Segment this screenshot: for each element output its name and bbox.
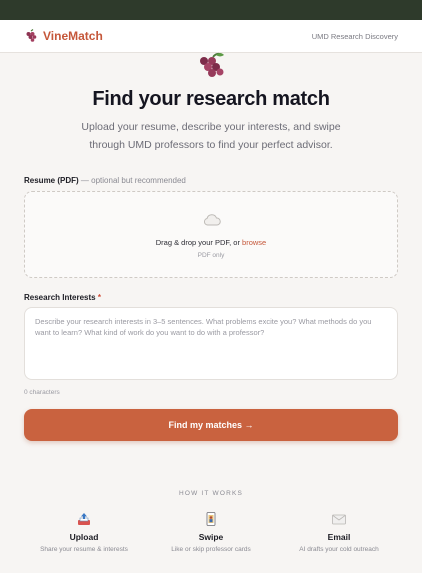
research-interests-textarea[interactable]: Describe your research interests in 3–5 …	[24, 307, 398, 380]
nav-site-label: UMD Research Discovery	[311, 31, 398, 41]
grapes-icon	[26, 29, 37, 42]
browse-link[interactable]: browse	[242, 238, 266, 247]
resume-label: Resume (PDF) — optional but recommended	[24, 176, 186, 185]
step-description: Share your resume & interests	[40, 546, 128, 553]
step-title: Upload	[69, 532, 99, 542]
interests-label: Research Interests *	[24, 293, 101, 302]
page-subtitle: Upload your resume, describe your intere…	[81, 121, 341, 151]
step-email: Email AI drafts your cold outreach	[279, 512, 399, 553]
step-upload: Upload Share your resume & interests	[24, 512, 144, 553]
step-swipe: Swipe Like or skip professor cards	[151, 512, 271, 553]
cloud-icon	[203, 214, 221, 226]
envelope-icon	[332, 514, 346, 525]
brand-logo[interactable]: VineMatch	[24, 29, 103, 43]
dropzone-text: Drag & drop your PDF, or	[155, 238, 240, 247]
step-title: Email	[327, 532, 351, 542]
resume-dropzone[interactable]: Drag & drop your PDF, or browse PDF only	[24, 191, 398, 278]
upload-tray-icon	[78, 513, 90, 525]
character-count: 0 characters	[24, 389, 60, 396]
step-description: Like or skip professor cards	[171, 546, 251, 553]
playing-card-icon	[206, 512, 216, 526]
page-title: Find your research match	[92, 88, 330, 110]
resume-optional-hint: — optional but recommended	[80, 176, 186, 185]
interests-label-text: Research Interests	[24, 293, 96, 302]
dropzone-instructions: Drag & drop your PDF, or browse	[25, 238, 397, 247]
brand-name: VineMatch	[43, 29, 103, 43]
grapes-icon	[200, 52, 224, 77]
top-navbar: VineMatch UMD Research Discovery	[0, 20, 422, 53]
resume-label-text: Resume (PDF)	[24, 176, 79, 185]
how-it-works-heading: HOW IT WORKS	[178, 490, 244, 497]
dropzone-file-type: PDF only	[197, 252, 225, 259]
step-description: AI drafts your cold outreach	[299, 546, 379, 553]
browser-top-band	[0, 0, 422, 20]
required-marker: *	[97, 293, 101, 302]
find-matches-button[interactable]: Find my matches →	[24, 409, 398, 441]
step-title: Swipe	[198, 532, 224, 542]
